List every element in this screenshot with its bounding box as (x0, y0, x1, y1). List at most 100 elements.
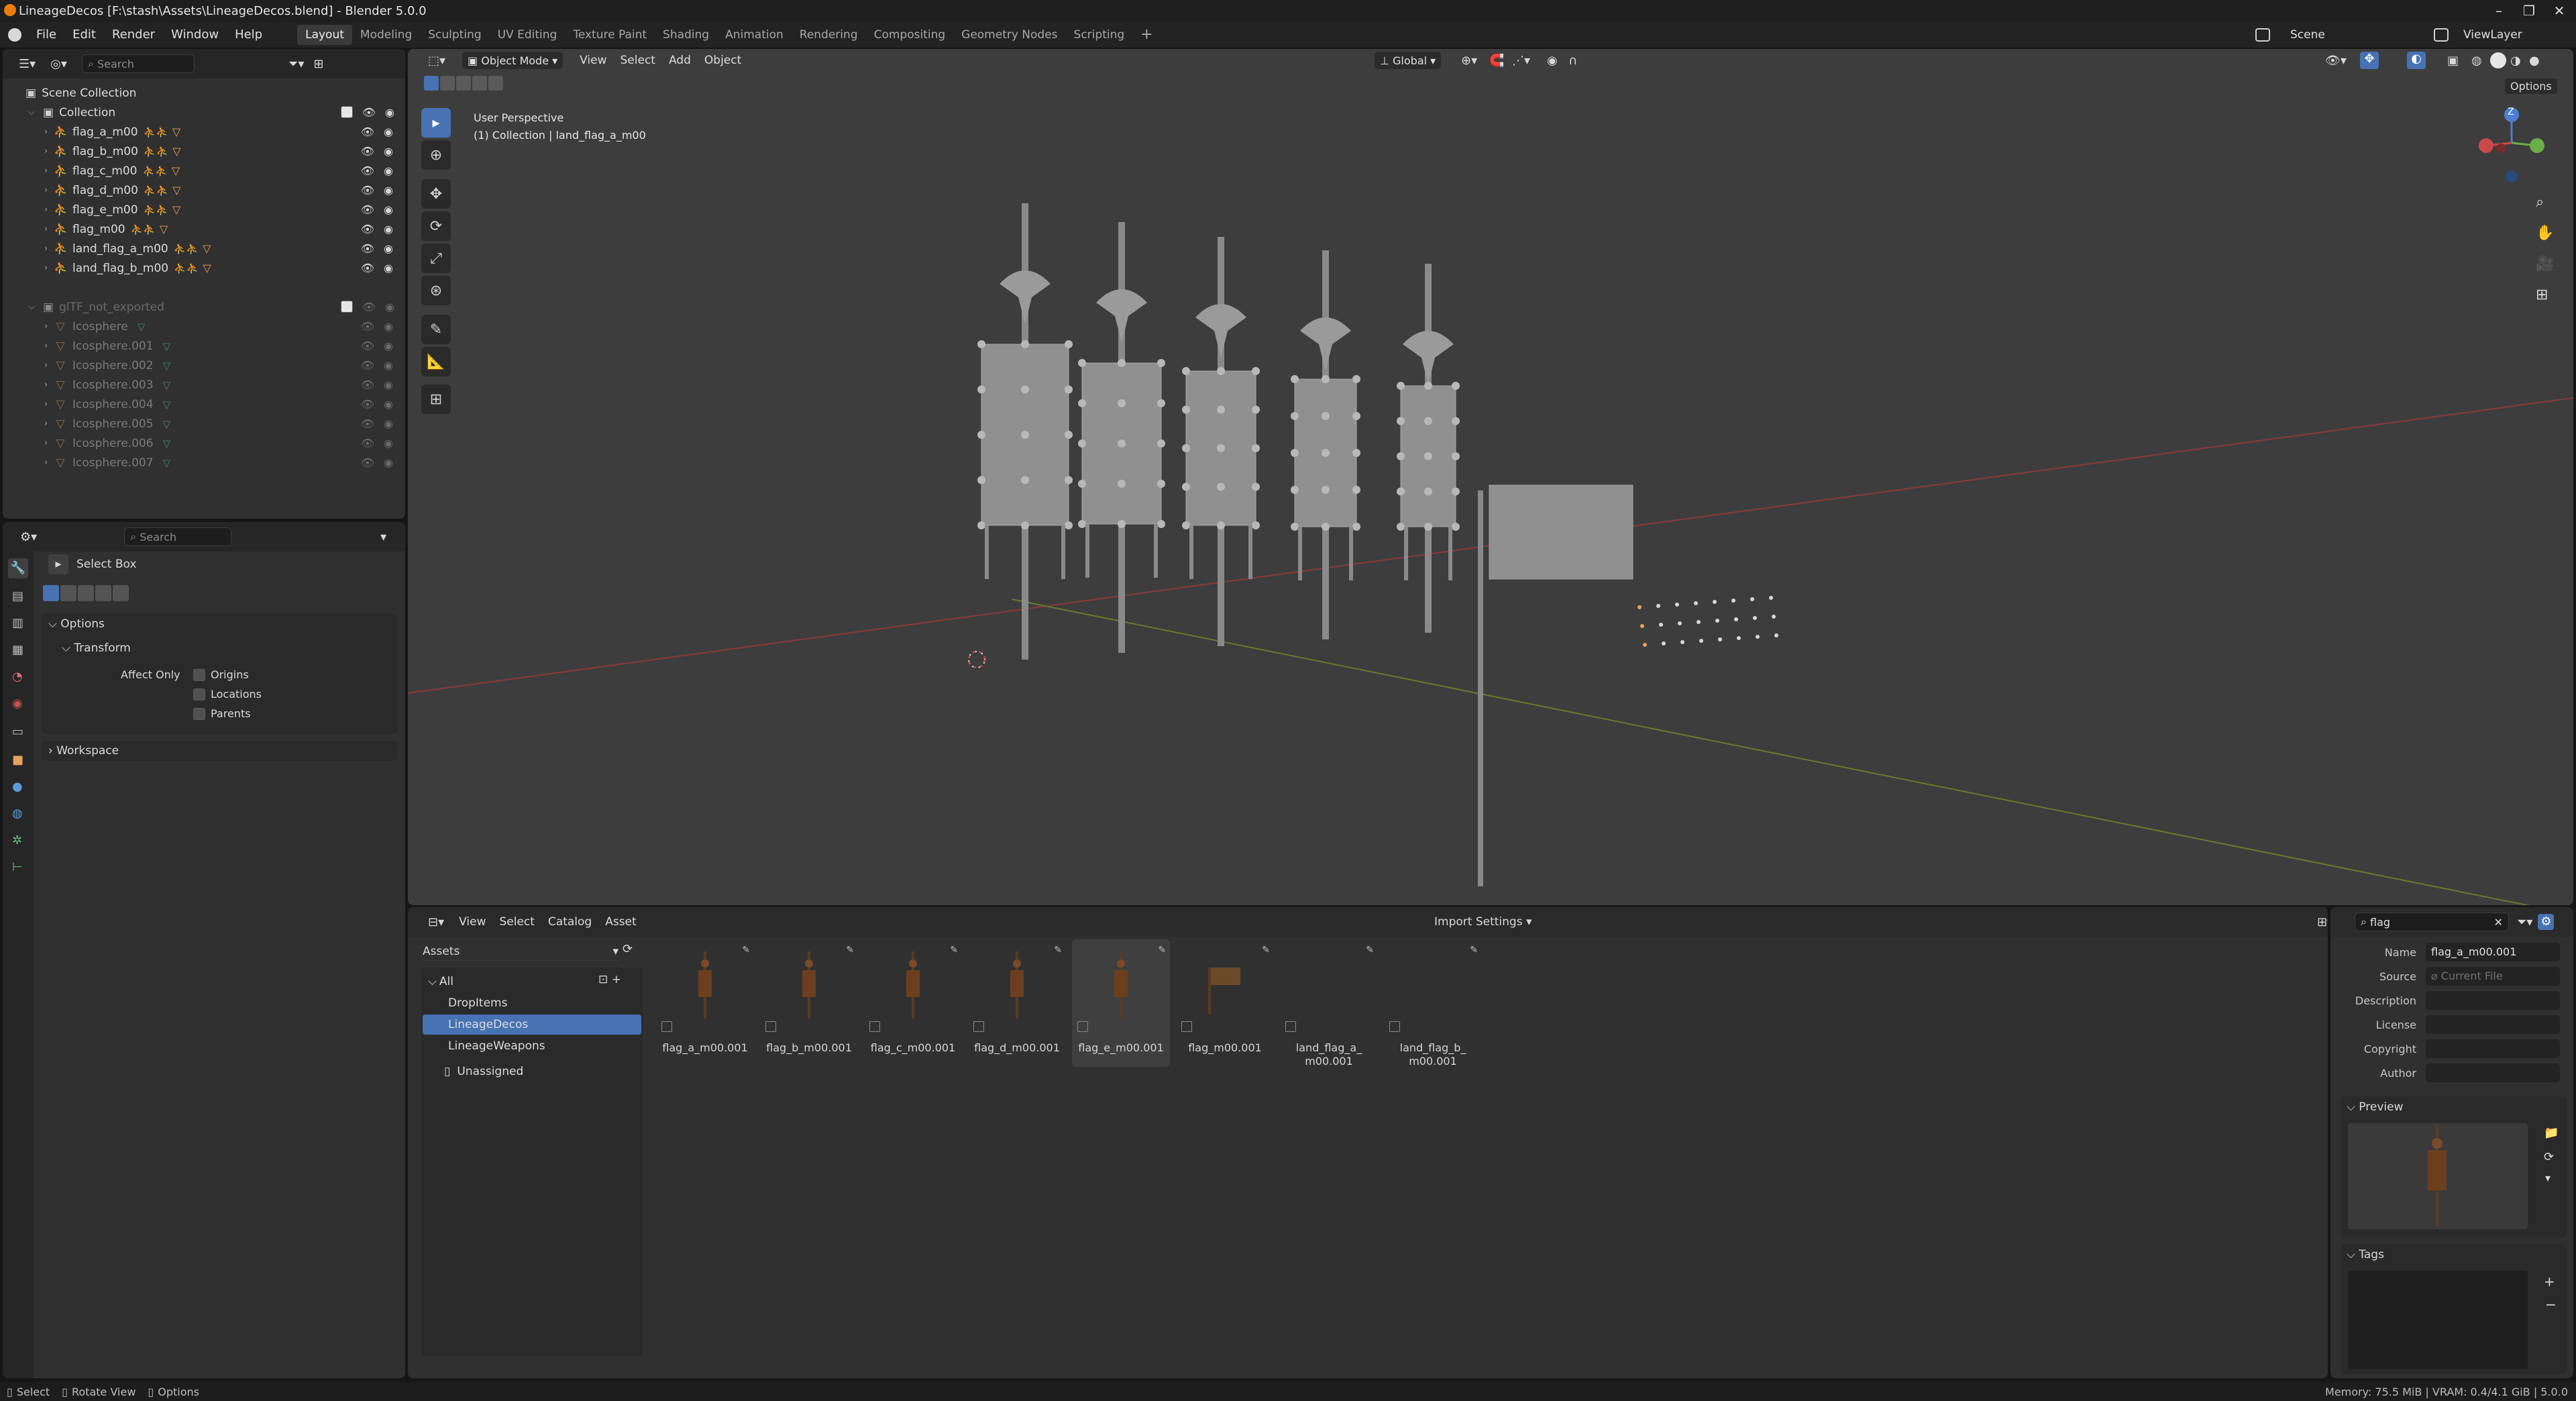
menu-asset[interactable]: Asset (598, 915, 643, 929)
preview-menu-icon[interactable]: ▾ (2545, 1172, 2551, 1184)
menu-file[interactable]: File (28, 22, 64, 48)
display-settings-icon[interactable]: ⊞▾ (2317, 915, 2328, 929)
output-tab-icon[interactable]: ▥ (12, 616, 23, 630)
camera-icon[interactable]: ◉ (384, 203, 393, 216)
add-tag-icon[interactable]: + (2544, 1274, 2555, 1290)
settings-gear-icon[interactable]: ⚙ (2538, 914, 2555, 930)
modifiers-tab-icon[interactable]: ● (12, 780, 23, 794)
load-preview-icon[interactable]: 📁 (2544, 1126, 2559, 1140)
eye-icon[interactable]: 👁 (361, 164, 374, 177)
edit-asset-icon[interactable]: ✎ (742, 945, 750, 955)
chevron-down-icon[interactable]: ⌵ (28, 107, 38, 117)
chevron-right-icon[interactable]: › (44, 244, 54, 254)
camera-icon[interactable]: ◉ (384, 456, 393, 469)
filter-icon[interactable]: ⏷▾ (2517, 915, 2532, 929)
catalog-item[interactable]: LineageDecos (423, 1015, 641, 1035)
eye-icon[interactable]: 👁 (361, 242, 374, 255)
exclude-checkbox[interactable] (340, 106, 353, 118)
new-collection-icon[interactable]: ⊞ (313, 57, 323, 71)
outliner-item[interactable]: › ⛹ land_flag_b_m00 ⛹⛹ ▽ 👁 ◉ (44, 258, 404, 278)
catalog-item[interactable]: LineageWeapons (423, 1036, 641, 1056)
tool-tab-icon[interactable]: 🔧 (8, 558, 28, 578)
tab-animation[interactable]: Animation (717, 25, 792, 45)
properties-search-input[interactable]: ⌕ Search (124, 527, 232, 546)
asset-item[interactable]: ✎ land_flag_b_ m00.001 (1384, 939, 1482, 1068)
eye-icon[interactable]: 👁 (361, 145, 374, 158)
chevron-right-icon[interactable]: › (44, 321, 54, 331)
import-settings-dropdown[interactable]: Import Settings ▾ (1434, 915, 1532, 929)
tab-uv-editing[interactable]: UV Editing (490, 25, 566, 45)
particles-tab-icon[interactable]: ◍ (12, 807, 23, 821)
camera-icon[interactable]: ◉ (384, 223, 393, 236)
camera-icon[interactable]: ◉ (384, 164, 393, 177)
tab-geometry-nodes[interactable]: Geometry Nodes (953, 25, 1065, 45)
physics-tab-icon[interactable]: ✲ (12, 833, 22, 847)
maximize-button[interactable]: ❐ (2512, 0, 2546, 22)
edit-asset-icon[interactable]: ✎ (1366, 945, 1374, 955)
chevron-right-icon[interactable]: › (44, 458, 54, 468)
new-catalog-icon[interactable]: ⊡ + (598, 973, 621, 986)
outliner-item-muted[interactable]: › ▽ Icosphere.001 ▽ 👁 ◉ (44, 336, 404, 356)
catalog-all[interactable]: ⌵ All (428, 972, 453, 992)
eye-icon[interactable]: 👁 (361, 417, 374, 430)
asset-item[interactable]: ✎ flag_e_m00.001 (1072, 939, 1170, 1067)
eye-icon[interactable]: 👁 (361, 378, 374, 391)
chevron-right-icon[interactable]: › (44, 438, 54, 448)
viewlayer-name-field[interactable]: ViewLayer (2463, 28, 2522, 42)
eye-icon[interactable]: 👁 (361, 340, 374, 352)
generate-preview-icon[interactable]: ⟳ (2544, 1150, 2554, 1164)
world-tab-icon[interactable]: ◉ (12, 696, 23, 711)
measure-tool[interactable]: 📐 (421, 347, 451, 376)
tab-sculpting[interactable]: Sculpting (420, 25, 489, 45)
chevron-right-icon[interactable]: › (44, 205, 54, 215)
edit-asset-icon[interactable]: ✎ (846, 945, 854, 955)
camera-icon[interactable]: ◉ (384, 242, 393, 255)
preview-header[interactable]: ⌵ Preview (2347, 1100, 2403, 1114)
editor-type-icon[interactable]: ⚙▾ (20, 530, 37, 544)
tab-modeling[interactable]: Modeling (352, 25, 420, 45)
asset-item[interactable]: ✎ flag_c_m00.001 (864, 939, 962, 1067)
asset-item[interactable]: ✎ flag_d_m00.001 (968, 939, 1066, 1067)
annotate-tool[interactable]: ✎ (421, 315, 451, 344)
chevron-right-icon[interactable]: › (44, 127, 54, 137)
eye-icon[interactable]: 👁 (361, 320, 374, 333)
eye-icon[interactable]: 👁 (361, 203, 374, 216)
menu-view[interactable]: View (452, 915, 492, 929)
description-field[interactable] (2426, 991, 2560, 1010)
edit-asset-icon[interactable]: ✎ (1158, 945, 1166, 955)
chevron-down-icon[interactable]: ⌵ (28, 302, 38, 312)
camera-view-icon[interactable]: 🎥 (2536, 256, 2554, 272)
catalog-unassigned[interactable]: ▯ Unassigned (444, 1061, 523, 1082)
add-workspace-button[interactable]: + (1132, 25, 1161, 45)
camera-icon[interactable]: ◉ (384, 184, 393, 197)
constraints-tab-icon[interactable]: ⊢ (12, 860, 23, 874)
asset-item[interactable]: ✎ flag_m00.001 (1176, 939, 1274, 1067)
catalog-item[interactable]: DropItems (423, 993, 641, 1013)
collection2-row[interactable]: ⌵ ▣ glTF_not_exported 👁 ◉ (28, 297, 404, 317)
chevron-right-icon[interactable]: › (44, 399, 54, 409)
edit-asset-icon[interactable]: ✎ (1262, 945, 1270, 955)
move-tool[interactable]: ✥ (421, 179, 451, 209)
outliner-item[interactable]: › ⛹ flag_m00 ⛹⛹ ▽ 👁 ◉ (44, 219, 404, 239)
menu-select[interactable]: Select (492, 915, 541, 929)
transform-header[interactable]: ⌵ Transform (62, 641, 131, 655)
select-box-tool[interactable]: ▸ (421, 108, 451, 138)
checkbox[interactable] (193, 668, 205, 681)
menu-help[interactable]: Help (227, 22, 270, 48)
asset-item[interactable]: ✎ land_flag_a_ m00.001 (1280, 939, 1378, 1068)
outliner-item[interactable]: › ⛹ flag_b_m00 ⛹⛹ ▽ 👁 ◉ (44, 142, 404, 161)
eye-icon[interactable]: 👁 (361, 125, 374, 138)
copyright-field[interactable] (2426, 1039, 2560, 1058)
camera-icon[interactable]: ◉ (385, 106, 394, 119)
camera-icon[interactable]: ◉ (384, 359, 393, 372)
chevron-right-icon[interactable]: › (44, 166, 54, 176)
tab-layout[interactable]: Layout (297, 25, 352, 45)
chevron-right-icon[interactable]: › (44, 380, 54, 390)
outliner-item-muted[interactable]: › ▽ Icosphere.007 ▽ 👁 ◉ (44, 453, 404, 472)
eye-icon[interactable]: 👁 (361, 398, 374, 411)
asset-search-input[interactable]: ⌕ flag ✕ (2355, 913, 2509, 931)
blender-menu-icon[interactable] (8, 28, 21, 42)
outliner-item[interactable]: › ⛹ flag_d_m00 ⛹⛹ ▽ 👁 ◉ (44, 180, 404, 200)
chevron-right-icon[interactable]: › (44, 341, 54, 351)
clear-search-icon[interactable]: ✕ (2494, 916, 2503, 929)
